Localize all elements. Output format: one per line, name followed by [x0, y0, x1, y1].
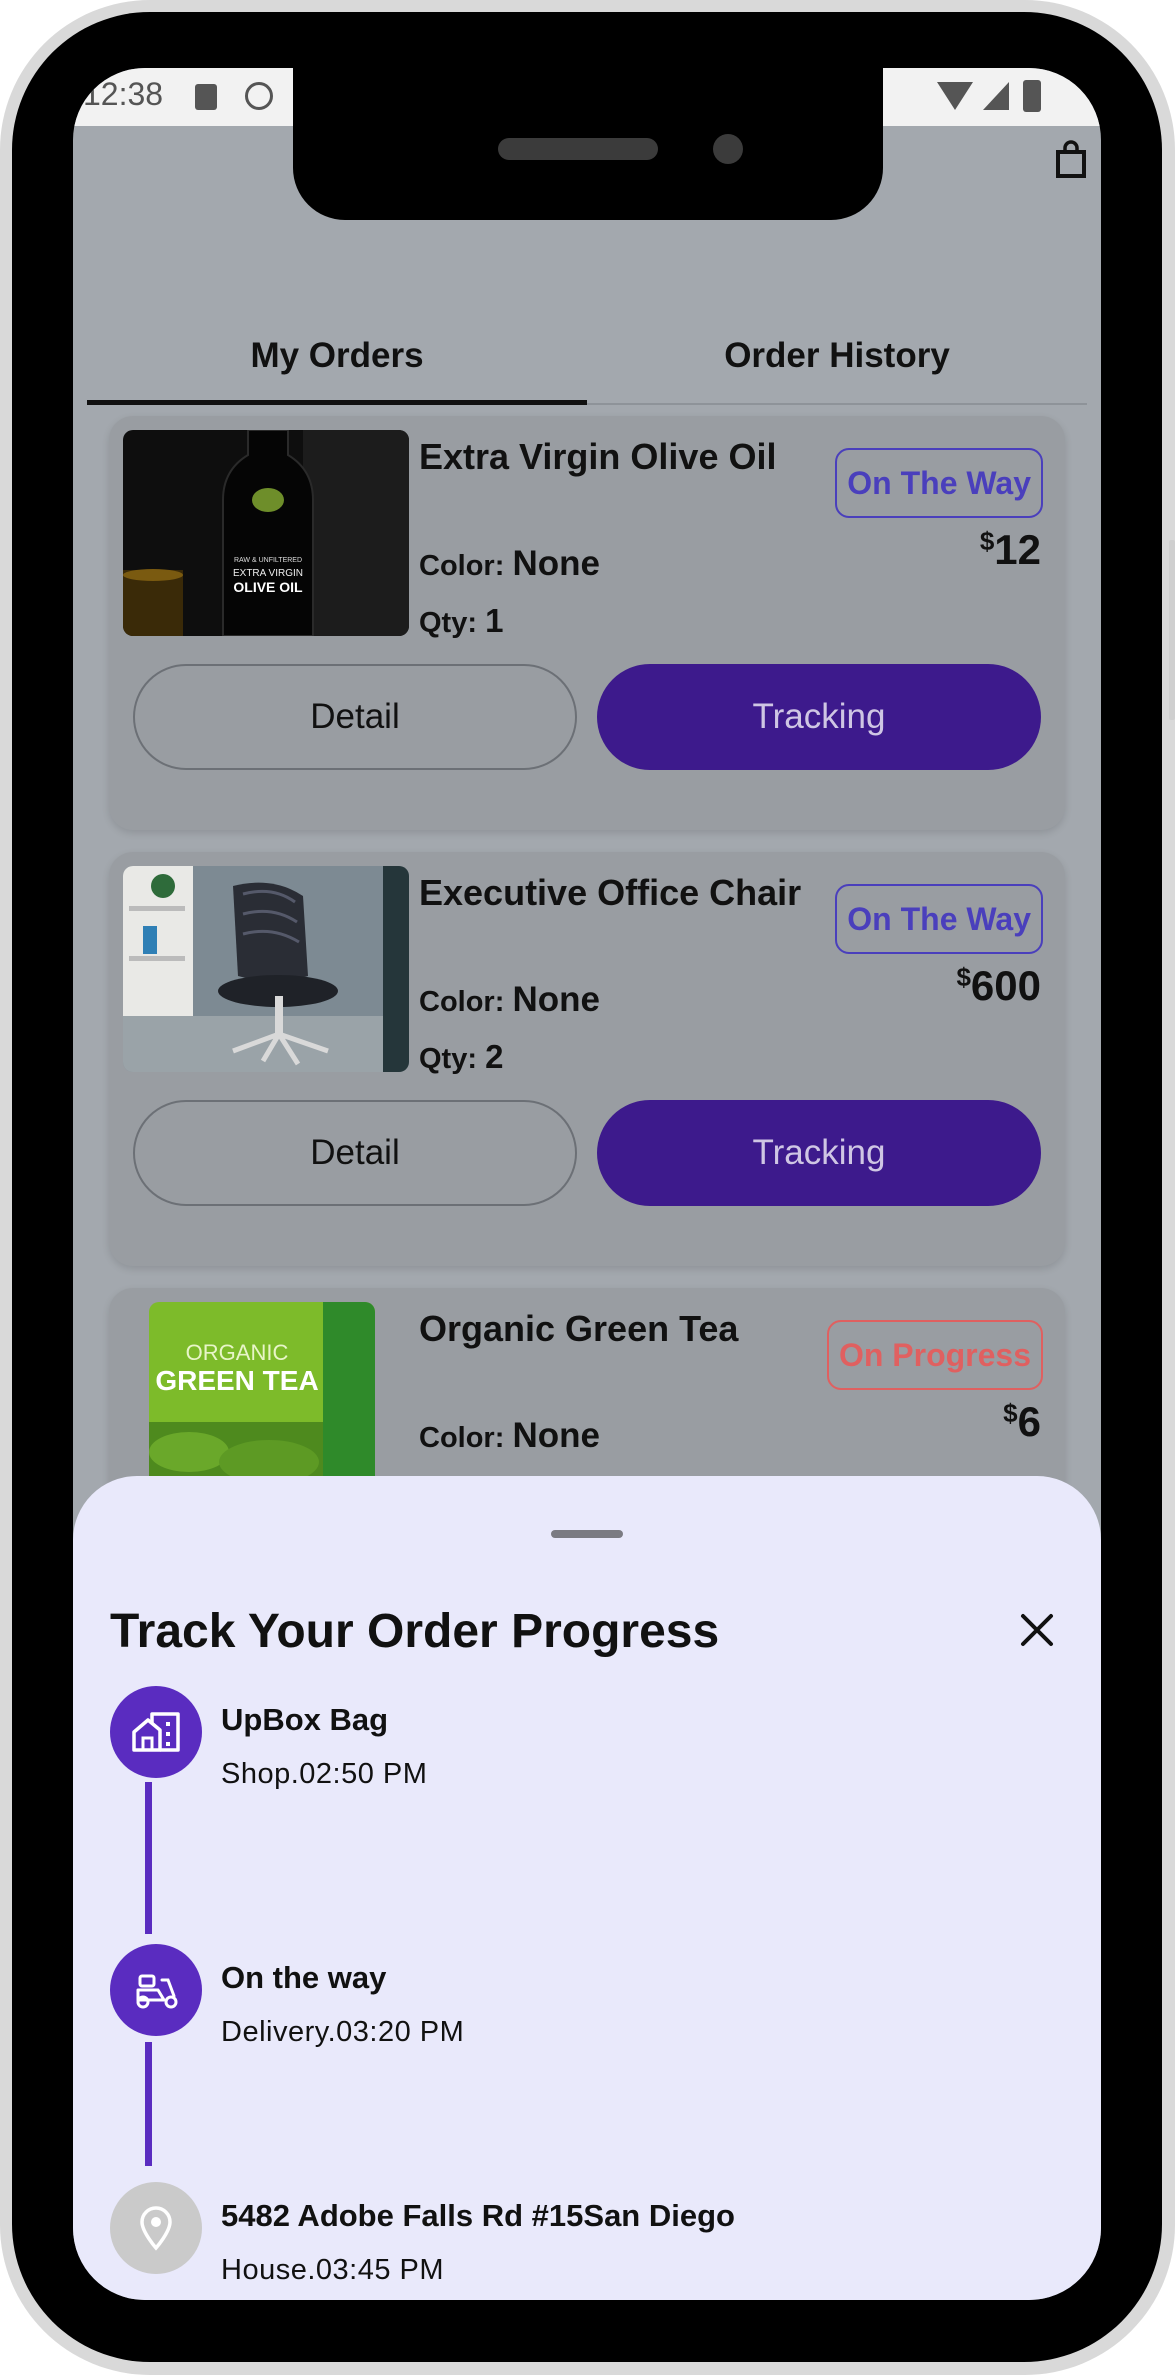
order-card: Executive Office Chair Color: None Qty: …	[109, 852, 1065, 1266]
product-price: $12	[979, 526, 1041, 573]
phone-notch	[293, 68, 883, 220]
sheet-title: Track Your Order Progress	[110, 1605, 720, 1658]
face-icon	[245, 82, 273, 110]
signal-icon	[983, 82, 1009, 110]
olive-oil-label-2: EXTRA VIRGIN	[233, 568, 303, 579]
tracking-button[interactable]: Tracking	[597, 664, 1041, 770]
status-badge: On The Way	[835, 448, 1043, 518]
phone-frame: 12:38 My Order My Orders Order History	[0, 0, 1175, 2375]
product-name: Organic Green Tea	[419, 1308, 739, 1349]
shopping-bag-icon[interactable]	[1051, 140, 1091, 180]
product-name: Executive Office Chair	[419, 872, 802, 913]
speaker-grille	[498, 138, 658, 160]
side-button	[1169, 540, 1175, 720]
phone-screen: 12:38 My Order My Orders Order History	[73, 68, 1101, 2300]
product-price: $6	[1003, 1398, 1041, 1445]
product-color: Color: None	[419, 980, 600, 1019]
timeline-step-subtitle: Delivery.03:20 PM	[221, 2016, 465, 2048]
order-card: RAW & UNFILTERED EXTRA VIRGIN OLIVE OIL …	[109, 416, 1065, 830]
timeline-step-subtitle: House.03:45 PM	[221, 2254, 445, 2286]
timeline-step-icon	[110, 1944, 202, 2036]
order-tabs: My Orders Order History	[87, 308, 1087, 405]
green-tea-label-1: ORGANIC	[186, 1340, 289, 1365]
product-image-office-chair	[123, 866, 409, 1072]
timeline-connector	[145, 1782, 152, 1934]
tab-order-history[interactable]: Order History	[587, 308, 1087, 403]
close-icon[interactable]	[1015, 1608, 1059, 1652]
detail-button[interactable]: Detail	[133, 664, 577, 770]
olive-oil-label-3: OLIVE OIL	[233, 579, 303, 595]
tracking-bottom-sheet: Track Your Order Progress UpBox Bag Shop…	[73, 1476, 1101, 2300]
timeline-connector	[145, 2042, 152, 2166]
green-tea-label-2: GREEN TEA	[155, 1365, 318, 1396]
active-tab-indicator	[87, 400, 587, 405]
timeline-step-subtitle: Shop.02:50 PM	[221, 1758, 428, 1790]
wifi-icon	[937, 82, 973, 110]
product-qty: Qty: 1	[419, 602, 504, 639]
front-camera	[713, 134, 743, 164]
tab-my-orders[interactable]: My Orders	[87, 308, 587, 403]
timeline-step-title: UpBox Bag	[221, 1702, 389, 1737]
status-badge: On Progress	[826, 1320, 1043, 1390]
timeline-step-icon	[110, 1686, 202, 1778]
shop-icon	[132, 1712, 180, 1752]
sd-card-icon	[195, 84, 217, 110]
status-badge: On The Way	[835, 884, 1043, 954]
product-image-olive-oil: RAW & UNFILTERED EXTRA VIRGIN OLIVE OIL	[123, 430, 409, 636]
product-qty: Qty: 2	[419, 1038, 504, 1075]
detail-button[interactable]: Detail	[133, 1100, 577, 1206]
timeline-step-title: 5482 Adobe Falls Rd #15San Diego	[221, 2198, 735, 2233]
tracking-button[interactable]: Tracking	[597, 1100, 1041, 1206]
product-name: Extra Virgin Olive Oil	[419, 436, 777, 477]
product-color: Color: None	[419, 544, 600, 583]
product-price: $600	[956, 962, 1041, 1009]
location-pin-icon	[140, 2206, 172, 2251]
timeline-step-icon	[110, 2182, 202, 2274]
status-time: 12:38	[83, 76, 164, 112]
sheet-drag-handle[interactable]	[551, 1530, 623, 1538]
timeline-step-title: On the way	[221, 1960, 387, 1995]
battery-icon	[1023, 80, 1041, 112]
scooter-icon	[136, 1974, 178, 2009]
product-color: Color: None	[419, 1416, 600, 1455]
olive-oil-label-1: RAW & UNFILTERED	[234, 557, 302, 564]
